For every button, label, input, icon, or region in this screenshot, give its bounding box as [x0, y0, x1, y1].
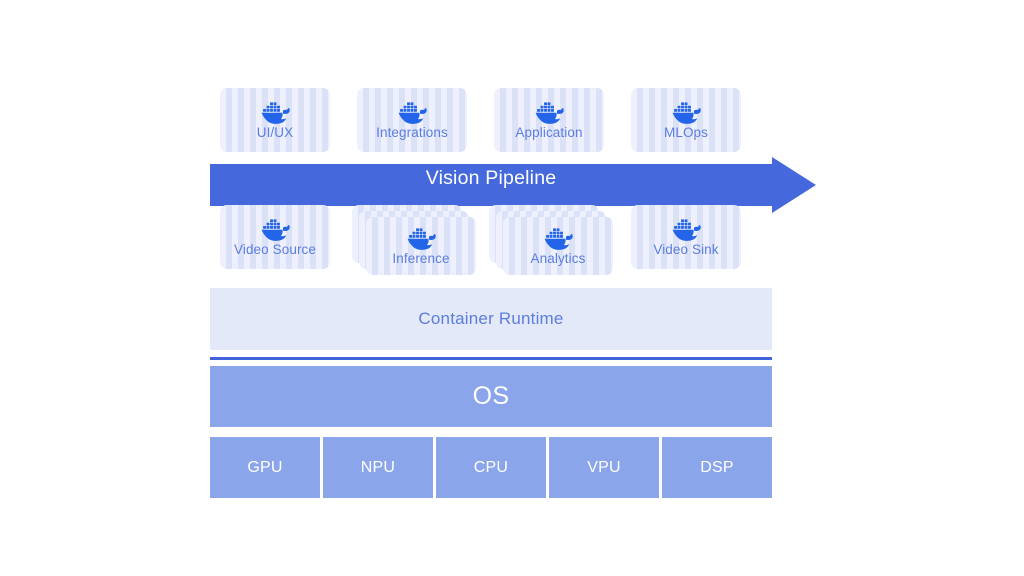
- card-label: Analytics: [530, 251, 586, 267]
- hardware-box-gpu[interactable]: GPU: [210, 437, 320, 498]
- card-face: Integrations: [357, 88, 467, 152]
- card-label: Inference: [392, 251, 450, 267]
- docker-icon: [669, 216, 703, 242]
- os-label: OS: [472, 382, 510, 410]
- card-face: MLOps: [631, 88, 741, 152]
- container-card-analytics[interactable]: Analytics: [489, 205, 613, 275]
- docker-icon: [532, 99, 566, 125]
- pipeline-label-text: Vision Pipeline: [425, 166, 557, 189]
- hardware-box-label: NPU: [360, 458, 396, 476]
- docker-icon: [541, 225, 575, 251]
- os-band: OS: [210, 366, 772, 427]
- vision-pipeline-label: Vision Pipeline: [210, 157, 772, 199]
- container-card-application[interactable]: Application: [494, 88, 604, 152]
- card-face: Application: [494, 88, 604, 152]
- container-card-inference[interactable]: Inference: [352, 205, 476, 275]
- card-label: Application: [515, 125, 583, 141]
- container-card-ui-ux[interactable]: UI/UX: [220, 88, 330, 152]
- hardware-box-label: CPU: [473, 458, 509, 476]
- hardware-accelerator-row: GPU NPU CPU VPU DSP: [210, 437, 772, 498]
- docker-icon: [669, 99, 703, 125]
- hardware-box-label: VPU: [587, 458, 621, 476]
- docker-icon: [258, 99, 292, 125]
- hardware-box-dsp[interactable]: DSP: [662, 437, 772, 498]
- container-card-mlops[interactable]: MLOps: [631, 88, 741, 152]
- container-runtime-band: Container Runtime: [210, 288, 772, 350]
- hardware-divider-line: [210, 357, 772, 360]
- architecture-diagram: UI/UX Integrations Application MLOps Vis…: [0, 0, 1024, 576]
- card-label: UI/UX: [256, 125, 294, 141]
- hardware-box-vpu[interactable]: VPU: [549, 437, 659, 498]
- card-label: Video Sink: [653, 242, 719, 258]
- hardware-box-cpu[interactable]: CPU: [436, 437, 546, 498]
- docker-icon: [258, 216, 292, 242]
- card-face: UI/UX: [220, 88, 330, 152]
- card-label: Video Source: [233, 242, 316, 258]
- docker-icon: [404, 225, 438, 251]
- card-label: MLOps: [663, 125, 708, 141]
- hardware-box-label: GPU: [247, 458, 283, 476]
- container-card-integrations[interactable]: Integrations: [357, 88, 467, 152]
- hardware-box-label: DSP: [700, 458, 734, 476]
- card-face: Analytics: [503, 217, 613, 275]
- container-card-video-sink[interactable]: Video Sink: [631, 205, 741, 269]
- card-face: Inference: [366, 217, 476, 275]
- hardware-box-npu[interactable]: NPU: [323, 437, 433, 498]
- docker-icon: [395, 99, 429, 125]
- container-card-video-source[interactable]: Video Source: [220, 205, 330, 269]
- card-label: Integrations: [376, 125, 448, 141]
- card-face: Video Source: [220, 205, 330, 269]
- card-face: Video Sink: [631, 205, 741, 269]
- container-runtime-label: Container Runtime: [418, 309, 564, 328]
